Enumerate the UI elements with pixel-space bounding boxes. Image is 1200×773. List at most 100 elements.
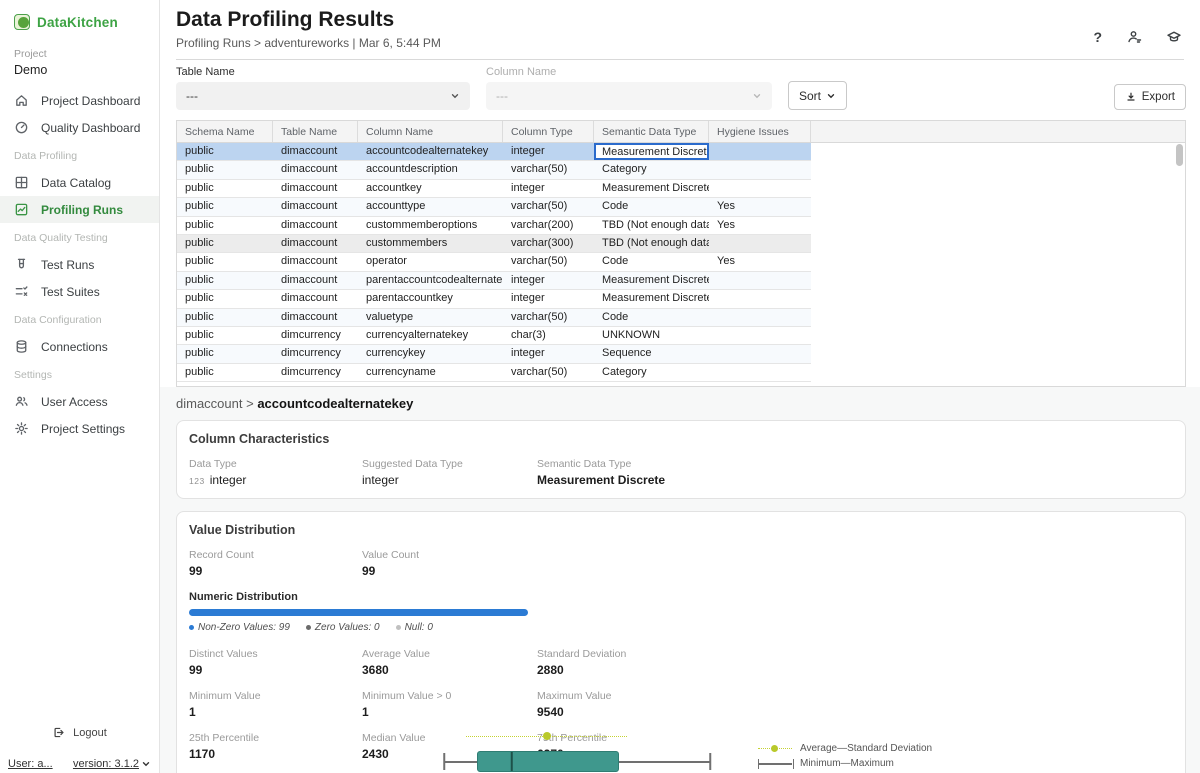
table-cell: public	[177, 290, 273, 307]
table-row[interactable]: publicdimaccountaccountkeyintegerMeasure…	[177, 180, 811, 198]
table-cell: accounttype	[358, 198, 503, 215]
legend-dot-icon	[306, 625, 311, 630]
column-header[interactable]: Hygiene Issues	[709, 121, 811, 142]
table-cell: Measurement Discrete	[594, 180, 709, 197]
version-label: version: 3.1.2	[73, 758, 139, 770]
table-row[interactable]: publicdimaccountaccounttypevarchar(50)Co…	[177, 198, 811, 216]
table-cell	[709, 143, 811, 160]
whisker-cap-max	[709, 753, 711, 770]
min-max-legend-icon	[758, 759, 792, 769]
table-cell: integer	[503, 143, 594, 160]
table-cell: varchar(50)	[503, 161, 594, 178]
table-row[interactable]: publicdimaccountvaluetypevarchar(50)Code	[177, 309, 811, 327]
column-header[interactable]: Table Name	[273, 121, 358, 142]
stat-value: integer	[362, 473, 537, 487]
selection-heading: dimaccount > accountcodealternatekey	[176, 396, 1186, 411]
stat-value: Measurement Discrete	[537, 473, 1173, 487]
sidebar-item-quality-dashboard[interactable]: Quality Dashboard	[0, 114, 159, 141]
table-cell: dimaccount	[273, 272, 358, 289]
table-cell: operator	[358, 253, 503, 270]
sidebar-item-test-runs[interactable]: Test Runs	[0, 251, 159, 278]
table-row[interactable]: publicdimaccountcustommemberoptionsvarch…	[177, 217, 811, 235]
table-cell: varchar(50)	[503, 364, 594, 381]
table-name-filter: Table Name ---	[176, 66, 470, 110]
column-header[interactable]: Schema Name	[177, 121, 273, 142]
top-icons: ?	[1093, 29, 1182, 45]
table-row[interactable]: publicdimaccountparentaccountcodealterna…	[177, 272, 811, 290]
sort-label: Sort	[799, 89, 821, 103]
value-distribution-card: Value Distribution Record Count 99 Value…	[176, 511, 1186, 773]
table-cell: varchar(50)	[503, 198, 594, 215]
stat-label: Value Count	[362, 549, 1173, 561]
header-divider	[176, 59, 1184, 60]
table-cell: varchar(50)	[503, 309, 594, 326]
table-row[interactable]: publicdimaccountparentaccountkeyintegerM…	[177, 290, 811, 308]
table-body: publicdimaccountaccountcodealternatekeyi…	[177, 143, 1185, 382]
table-row[interactable]: publicdimaccountaccountcodealternatekeyi…	[177, 143, 811, 161]
table-cell: TBD (Not enough data)	[594, 235, 709, 252]
selected-table-name: dimaccount	[176, 396, 242, 411]
table-row[interactable]: publicdimaccountaccountdescriptionvarcha…	[177, 161, 811, 179]
table-row[interactable]: publicdimcurrencycurrencyalternatekeycha…	[177, 327, 811, 345]
sidebar-item-data-catalog[interactable]: Data Catalog	[0, 169, 159, 196]
table-cell: public	[177, 161, 273, 178]
table-cell: public	[177, 143, 273, 160]
column-name-select[interactable]: ---	[486, 82, 772, 110]
legend-item: Minimum—Maximum	[758, 758, 932, 769]
sidebar-item-profiling-runs[interactable]: Profiling Runs	[0, 196, 159, 223]
table-row[interactable]: publicdimaccountcustommembersvarchar(300…	[177, 235, 811, 253]
sidebar-section-data-profiling: Data Profiling	[0, 143, 159, 169]
users-icon	[14, 394, 29, 409]
breadcrumb: Profiling Runs > adventureworks | Mar 6,…	[176, 36, 1184, 50]
sidebar-item-user-access[interactable]: User Access	[0, 388, 159, 415]
table-cell: public	[177, 309, 273, 326]
numeric-distribution-label: Numeric Distribution	[189, 591, 1173, 603]
sidebar: DataKitchen Project Demo Project Dashboa…	[0, 0, 160, 773]
export-button[interactable]: Export	[1114, 84, 1186, 110]
stat-field: Minimum Value > 01	[362, 690, 537, 719]
export-label: Export	[1142, 91, 1175, 103]
table-scrollbar-thumb[interactable]	[1176, 144, 1183, 166]
table-cell	[709, 180, 811, 197]
page-title: Data Profiling Results	[176, 7, 1184, 33]
table-row[interactable]: publicdimaccountoperatorvarchar(50)CodeY…	[177, 253, 811, 271]
table-cell: dimaccount	[273, 290, 358, 307]
sidebar-item-project-settings[interactable]: Project Settings	[0, 415, 159, 442]
table-cell: dimaccount	[273, 253, 358, 270]
logout-label: Logout	[73, 727, 107, 739]
database-icon	[14, 339, 29, 354]
sort-button[interactable]: Sort	[788, 81, 847, 110]
sidebar-item-connections[interactable]: Connections	[0, 333, 159, 360]
user-link[interactable]: User: a...	[8, 758, 53, 770]
table-row[interactable]: publicdimcurrencycurrencynamevarchar(50)…	[177, 364, 811, 382]
user-account-button[interactable]	[1126, 29, 1142, 45]
column-name-filter: Column Name ---	[486, 66, 772, 110]
boxplot-legend: Average—Standard Deviation Minimum—Maxim…	[758, 743, 932, 773]
table-cell: dimaccount	[273, 235, 358, 252]
whisker-cap-min	[443, 753, 445, 770]
legend-item: Zero Values: 0	[306, 622, 380, 633]
value-count-field: Value Count 99	[362, 549, 1173, 578]
column-header[interactable]: Semantic Data Type	[594, 121, 709, 142]
column-name-value: ---	[496, 89, 508, 103]
table-name-select[interactable]: ---	[176, 82, 470, 110]
project-name: Demo	[14, 63, 145, 77]
sidebar-item-label: Project Dashboard	[41, 94, 140, 108]
sidebar-item-test-suites[interactable]: Test Suites	[0, 278, 159, 305]
table-cell: public	[177, 345, 273, 362]
column-header[interactable]: Column Type	[503, 121, 594, 142]
column-header[interactable]: Column Name	[358, 121, 503, 142]
stat-value: 99	[189, 564, 362, 578]
help-button[interactable]: ?	[1093, 29, 1102, 45]
table-cell	[709, 290, 811, 307]
table-row[interactable]: publicdimcurrencycurrencykeyintegerSeque…	[177, 345, 811, 363]
sidebar-item-label: Profiling Runs	[41, 203, 123, 217]
table-cell: currencykey	[358, 345, 503, 362]
logout-button[interactable]: Logout	[0, 726, 159, 739]
legend-item: Non-Zero Values: 99	[189, 622, 290, 633]
stat-field: Minimum Value1	[189, 690, 362, 719]
sidebar-item-project-dashboard[interactable]: Project Dashboard	[0, 87, 159, 114]
learning-button[interactable]	[1166, 29, 1182, 45]
version-selector[interactable]: version: 3.1.2	[73, 758, 151, 770]
column-name-label: Column Name	[486, 66, 772, 78]
